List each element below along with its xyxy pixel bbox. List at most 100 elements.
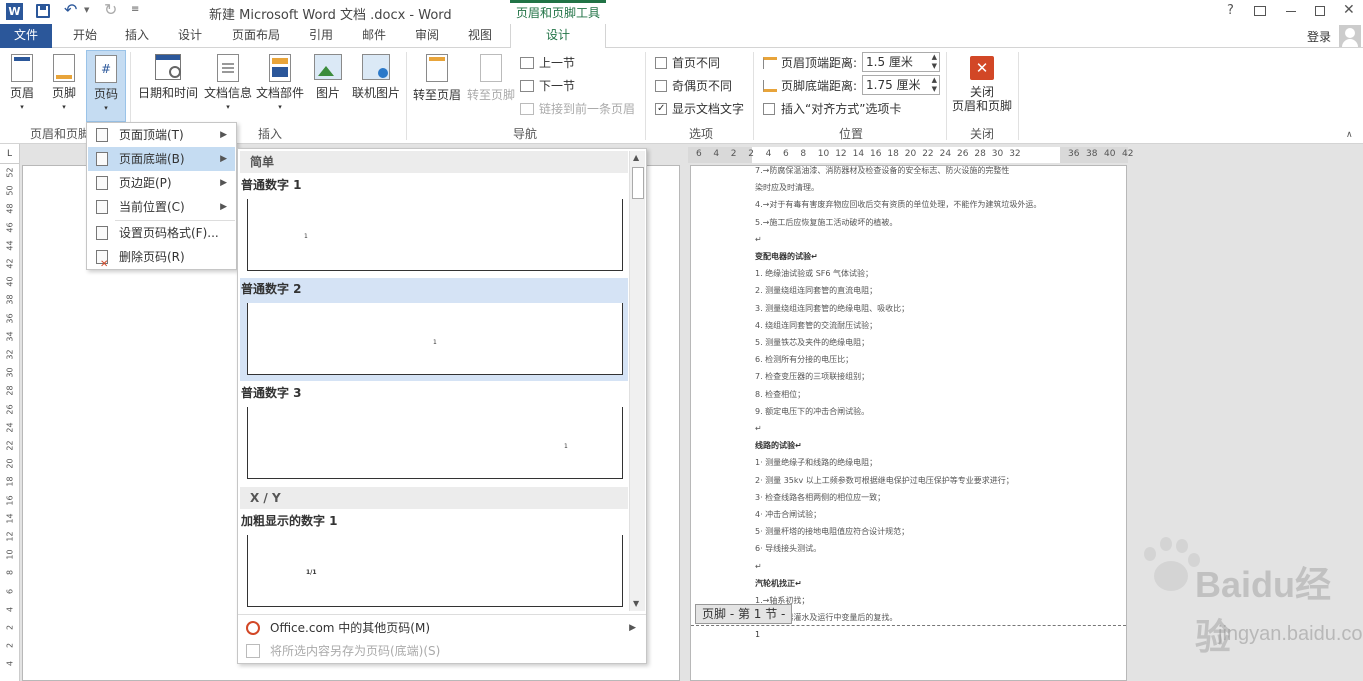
tab-view[interactable]: 视图 — [457, 24, 503, 48]
footer-distance-input[interactable]: 1.75 厘米 ▲ ▼ — [862, 75, 940, 95]
vertical-ruler[interactable]: 52 50 48 46 44 42 40 38 36 34 32 30 28 26 24 22 20 18 16 14… — [0, 164, 20, 681]
page-number-button[interactable]: # 页码 ▾ — [86, 50, 126, 122]
menu-item-remove-page-numbers[interactable]: ✕ 删除页码(R) — [88, 245, 235, 270]
ruler-corner[interactable]: L — [0, 144, 20, 164]
show-text-checkbox[interactable]: ✓ 显示文档文字 — [655, 101, 744, 117]
ruler-tick-label: 4 — [765, 149, 772, 159]
gallery-item-bold-number-1[interactable]: 1/1 — [247, 535, 623, 607]
tab-design[interactable]: 设计 — [167, 24, 213, 48]
docinfo-button[interactable]: 文档信息 ▾ — [202, 54, 254, 114]
undo-icon[interactable]: ↶ — [64, 0, 77, 19]
ruler-tick-label: 42 — [5, 258, 15, 269]
tab-mailings[interactable]: 邮件 — [351, 24, 397, 48]
prev-section-button[interactable]: 上一节 — [520, 55, 575, 71]
save-icon[interactable] — [36, 4, 50, 18]
align-tab-button[interactable]: 插入“对齐方式”选项卡 — [763, 101, 901, 117]
title-bar: W ↶ ▼ ↻ ≡ 新建 Microsoft Word 文档 .docx - W… — [0, 0, 1363, 24]
footer-distance-icon — [763, 80, 777, 92]
ruler-tick-label: 10 — [5, 549, 15, 560]
menu-item-bottom-of-page[interactable]: 页面底端(B) ▶ — [88, 147, 235, 171]
more-page-numbers-link[interactable]: Office.com 中的其他页码(M) ▶ — [240, 617, 644, 639]
tab-references[interactable]: 引用 — [298, 24, 344, 48]
tab-review[interactable]: 审阅 — [404, 24, 450, 48]
menu-item-format-page-numbers[interactable]: 设置页码格式(F)... — [88, 221, 235, 245]
doc-line: 9. 额定电压下的冲击合闸试验。 — [755, 406, 870, 416]
signin-link[interactable]: 登录 — [1307, 28, 1331, 45]
spinner-icon[interactable]: ▲ ▼ — [932, 53, 937, 71]
scroll-up-icon[interactable]: ▲ — [633, 153, 639, 162]
ruler-tick-label: 20 — [904, 149, 917, 159]
ruler-tick-label: 22 — [5, 440, 15, 451]
watermark-url: jingyan.baidu.com — [1218, 623, 1363, 645]
collapse-ribbon-icon[interactable]: ∧ — [1346, 130, 1353, 140]
ruler-tick-label: 2 — [748, 149, 754, 159]
ruler-tick-label: 20 — [5, 458, 15, 469]
menu-item-current-position[interactable]: 当前位置(C) ▶ — [88, 195, 235, 219]
ruler-tick-label: 12 — [5, 531, 15, 542]
header-distance-input[interactable]: 1.5 厘米 ▲ ▼ — [862, 52, 940, 72]
ruler-tick-label: 30 — [991, 149, 1004, 159]
datetime-button[interactable]: 日期和时间 — [134, 54, 202, 100]
gallery-item-plain-number-1[interactable]: 1 — [247, 199, 623, 271]
footer-page-number[interactable]: 1 — [755, 630, 760, 639]
online-picture-button[interactable]: 联机图片 — [348, 54, 404, 100]
right-page[interactable]: 7.→防腐保温油漆、消防器材及检查设备的安全标志、防火设施的完整性 染时应及时清… — [690, 165, 1127, 681]
avatar[interactable] — [1339, 25, 1361, 47]
picture-icon — [314, 54, 342, 80]
scroll-thumb[interactable] — [632, 167, 644, 199]
menu-item-top-of-page[interactable]: 页面顶端(T) ▶ — [88, 123, 235, 147]
scroll-down-icon[interactable]: ▼ — [633, 599, 639, 608]
ruler-tick-label: 12 — [835, 149, 847, 159]
ruler-tick-label: 18 — [887, 149, 899, 159]
goto-footer-button: 转至页脚 — [464, 54, 518, 102]
tab-file[interactable]: 文件 — [0, 24, 52, 48]
close-hf-button[interactable]: ✕ 关闭 页眉和页脚 — [950, 56, 1014, 113]
redo-icon[interactable]: ↻ — [104, 0, 117, 19]
office-online-icon — [246, 621, 260, 635]
doc-line: ↵ — [755, 234, 762, 244]
doc-line: 1· 测量绝缘子和线路的绝缘电阻； — [755, 458, 878, 468]
ruler-tick-label: 16 — [870, 149, 882, 159]
gallery-item-plain-number-2[interactable]: 1 — [247, 303, 623, 375]
goto-header-button[interactable]: 转至页眉 — [410, 54, 464, 102]
doc-line: 1. 绝缘油试验或 SF6 气体试验； — [755, 269, 874, 279]
doc-line: 4. 绕组连同套管的交流耐压试验； — [755, 320, 878, 330]
ribbon-display-icon[interactable] — [1254, 6, 1266, 16]
docinfo-icon — [217, 54, 239, 82]
parts-button[interactable]: 文档部件 ▾ — [254, 54, 306, 114]
ruler-tick-label: 4 — [5, 661, 15, 667]
tab-layout[interactable]: 页面布局 — [224, 24, 288, 48]
help-icon[interactable]: ? — [1227, 3, 1234, 18]
ruler-tick-label: 50 — [5, 185, 15, 196]
minimize-icon[interactable] — [1286, 11, 1296, 12]
tab-hf-design[interactable]: 设计 — [510, 24, 606, 49]
picture-button[interactable]: 图片 — [308, 54, 348, 100]
customize-qat-icon[interactable]: ≡ — [131, 4, 139, 15]
doc-line: 5. 测量铁芯及夹件的绝缘电阻； — [755, 338, 870, 347]
close-window-icon[interactable]: ✕ — [1343, 2, 1355, 18]
restore-icon[interactable] — [1315, 6, 1325, 16]
spinner-icon[interactable]: ▲ ▼ — [932, 76, 937, 94]
ruler-tick-label: 32 — [5, 349, 15, 360]
tab-insert[interactable]: 插入 — [114, 24, 160, 48]
ruler-tick-label: 6 — [696, 149, 702, 159]
header-button[interactable]: 页眉 ▾ — [4, 54, 40, 114]
header-distance-label: 页眉顶端距离: — [763, 55, 857, 71]
tab-home[interactable]: 开始 — [62, 24, 108, 48]
doc-line: 4· 冲击合闸试验； — [755, 510, 822, 519]
gallery-scrollbar[interactable]: ▲ ▼ — [629, 151, 645, 611]
menu-item-page-margins[interactable]: 页边距(P) ▶ — [88, 171, 235, 195]
footer-button[interactable]: 页脚 ▾ — [46, 54, 82, 114]
horizontal-ruler[interactable]: 6 4 2 2 4 6 8 10 12 14 16 18 20 22 24 26 28 30 32 36 38 40 42 — [688, 147, 1133, 163]
submenu-arrow-icon: ▶ — [220, 202, 227, 212]
gallery-item-plain-number-3[interactable]: 1 — [247, 407, 623, 479]
odd-even-checkbox[interactable]: 奇偶页不同 — [655, 78, 732, 94]
page-margins-icon — [96, 176, 108, 190]
first-page-checkbox[interactable]: 首页不同 — [655, 55, 720, 71]
ruler-tick-label: 8 — [800, 149, 807, 159]
word-logo-icon: W — [6, 3, 23, 20]
doc-line: 8. 检查相位； — [755, 389, 806, 399]
online-picture-icon — [362, 54, 390, 80]
undo-dropdown-icon[interactable]: ▼ — [84, 6, 89, 14]
next-section-button[interactable]: 下一节 — [520, 78, 575, 94]
